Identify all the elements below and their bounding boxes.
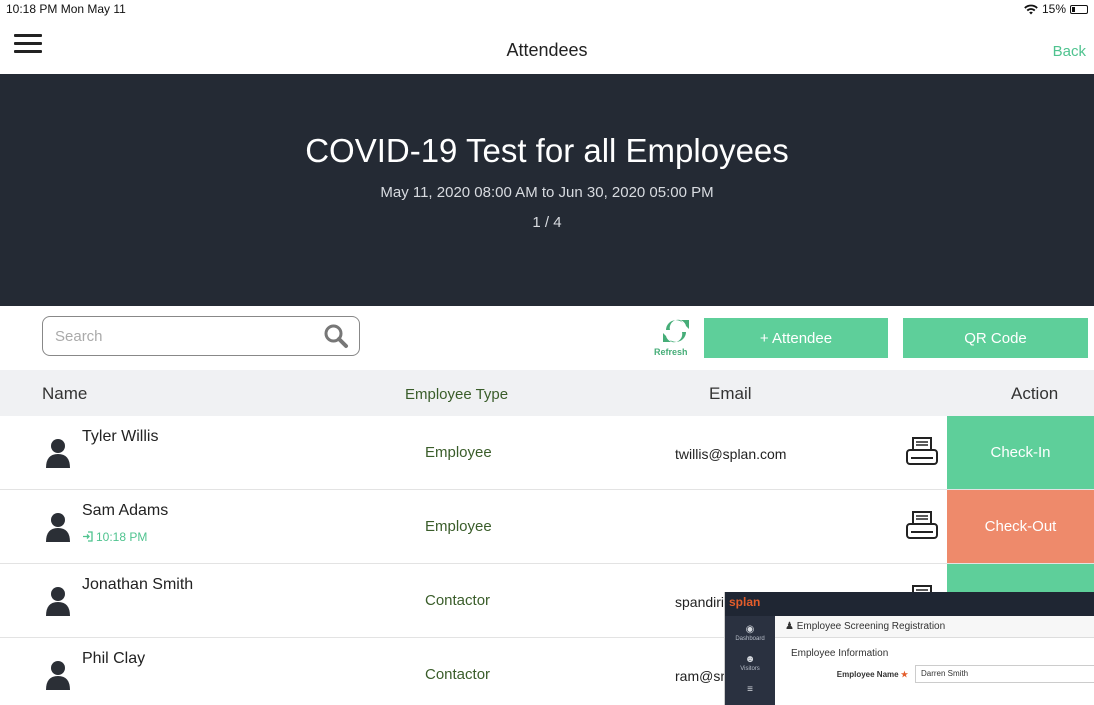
refresh-button[interactable]: Refresh: [654, 316, 698, 360]
inset-sidebar-label: Dashboard: [735, 636, 765, 642]
person-icon: [46, 587, 70, 616]
battery-percent: 15%: [1041, 2, 1066, 16]
inset-sidebar-item-list[interactable]: ≡: [725, 684, 775, 696]
table-header: Name Employee Type Email Action: [0, 370, 1094, 416]
inset-sidebar-item-visitors[interactable]: ☻ Visitors: [725, 654, 775, 672]
check-out-button[interactable]: Check-Out: [947, 490, 1094, 563]
attendee-email: twillis@splan.com: [675, 446, 787, 462]
attendee-name: Jonathan Smith: [82, 576, 194, 593]
status-bar: 10:18 PM Mon May 11 15%: [0, 0, 1094, 18]
qr-code-button[interactable]: QR Code: [903, 318, 1088, 358]
column-header-name[interactable]: Name: [42, 384, 87, 404]
table-row[interactable]: Tyler Willis Employee twillis@splan.com …: [0, 416, 1094, 490]
search-icon[interactable]: [323, 323, 349, 349]
nav-bar: Attendees Back: [0, 18, 1094, 74]
toolbar: Refresh + Attendee QR Code: [0, 306, 1094, 370]
inset-main: ♟ Employee Screening Registration Employ…: [775, 616, 1094, 705]
column-header-type[interactable]: Employee Type: [405, 386, 508, 403]
battery-icon: [1070, 4, 1088, 14]
inset-topbar: splan: [725, 592, 1094, 616]
page-title: Attendees: [506, 40, 588, 60]
person-icon: [46, 661, 70, 690]
inset-sidebar-label: Visitors: [740, 666, 760, 672]
dashboard-icon: ◉: [745, 624, 755, 635]
inset-field-label-text: Employee Name: [836, 670, 899, 679]
inset-section-heading: Employee Information: [791, 648, 889, 659]
column-header-action: Action: [1011, 384, 1059, 403]
attendee-name: Tyler Willis: [82, 428, 159, 445]
attendee-name: Phil Clay: [82, 650, 146, 667]
employee-name-field[interactable]: Darren Smith: [915, 665, 1094, 683]
attendee-type: Contactor: [425, 666, 491, 683]
refresh-label: Refresh: [654, 347, 688, 357]
inset-page-title: ♟ Employee Screening Registration: [785, 621, 945, 632]
inset-title-bar: ♟ Employee Screening Registration: [775, 616, 1094, 638]
person-icon: [46, 439, 70, 468]
attendee-type: Contactor: [425, 592, 491, 609]
search-input[interactable]: [55, 325, 305, 347]
event-dates: May 11, 2020 08:00 AM to Jun 30, 2020 05…: [380, 184, 714, 201]
screening-registration-inset: splan ◉ Dashboard ☻ Visitors ≡ ♟ Employe…: [724, 592, 1094, 705]
print-badge-icon[interactable]: [905, 510, 939, 542]
person-icon: [46, 513, 70, 542]
wifi-icon: [1024, 4, 1038, 14]
visitors-icon: ☻: [744, 654, 756, 665]
required-star-icon: ★: [898, 670, 908, 679]
attendee-type: Employee: [425, 444, 492, 461]
table-row[interactable]: Sam Adams 10:18 PM Employee Check-Out: [0, 490, 1094, 564]
event-header: COVID-19 Test for all Employees May 11, …: [0, 74, 1094, 306]
splan-logo: splan: [729, 595, 761, 609]
print-badge-icon[interactable]: [905, 436, 939, 468]
status-right: 15%: [1024, 2, 1088, 16]
sign-in-icon: [83, 531, 93, 542]
event-title: COVID-19 Test for all Employees: [305, 132, 789, 169]
inset-sidebar: ◉ Dashboard ☻ Visitors ≡: [725, 616, 775, 705]
status-time-date: 10:18 PM Mon May 11: [6, 2, 126, 16]
user-icon: ♟: [785, 621, 797, 632]
list-icon: ≡: [747, 684, 753, 695]
attendee-type: Employee: [425, 518, 492, 535]
column-header-email[interactable]: Email: [709, 384, 752, 404]
check-in-button[interactable]: Check-In: [947, 416, 1094, 489]
checkin-time-text: 10:18 PM: [96, 530, 148, 544]
inset-field-label: Employee Name ★: [820, 670, 908, 679]
checkin-time: 10:18 PM: [82, 530, 147, 544]
inset-sidebar-item-dashboard[interactable]: ◉ Dashboard: [725, 624, 775, 642]
page-indicator: 1 / 4: [532, 214, 562, 231]
back-button[interactable]: Back: [1053, 43, 1086, 60]
attendee-name: Sam Adams: [82, 502, 169, 519]
search-box: [42, 316, 360, 356]
refresh-icon: [663, 319, 689, 343]
add-attendee-button[interactable]: + Attendee: [704, 318, 888, 358]
inset-page-title-text: Employee Screening Registration: [796, 621, 946, 632]
